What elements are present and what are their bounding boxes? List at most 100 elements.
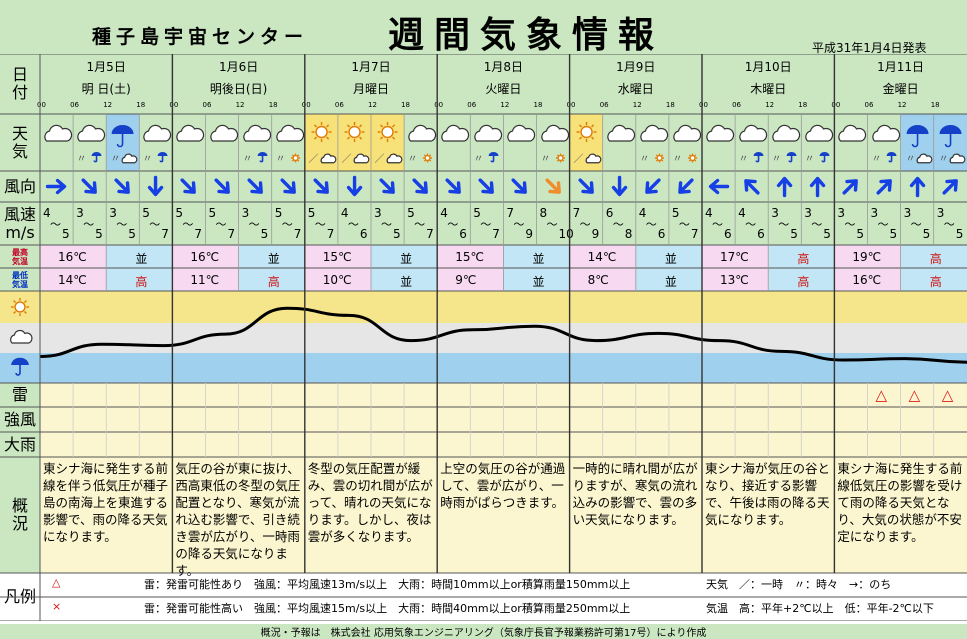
svg-text:〃: 〃 [111, 154, 121, 165]
wind-speed-max: 8 [624, 227, 633, 241]
wind-speed-max: 7 [426, 227, 434, 241]
weather-cloudy-icon [441, 124, 470, 142]
wind-speed-max: 7 [690, 227, 699, 241]
svg-text:〃: 〃 [871, 154, 881, 165]
cloud-icon [585, 153, 601, 164]
min-temp: 9℃ [455, 273, 477, 287]
legend-row-2: 雷：発雷可能性高い 強風：平均風速15m/s以上 大雨：時間40mm以上or積算… [144, 602, 631, 615]
day-summary: 東シナ海が気圧の谷となり、接近する影響で、午後は雨の降る天気になります。 [705, 461, 831, 527]
label-heavy-rain: 大雨 [0, 432, 40, 457]
svg-text:〃: 〃 [739, 154, 749, 165]
wind-arrow-icon [313, 178, 329, 194]
day-weekday: 水曜日 [617, 82, 654, 96]
day-weekday: 明 日(土) [81, 82, 131, 96]
wind-tilde: ～ [910, 218, 922, 231]
wind-speed-max: 5 [95, 227, 103, 241]
wind-tilde: ～ [414, 218, 426, 231]
issued-date: 平成31年1月4日発表 [812, 41, 927, 55]
svg-text:〃: 〃 [474, 154, 484, 165]
svg-text:〃: 〃 [905, 154, 915, 165]
page-title: 週間気象情報 [388, 15, 665, 56]
hour-tick: 06 [864, 101, 874, 109]
cloud-icon [673, 124, 702, 142]
wind-tilde: ～ [745, 218, 757, 231]
svg-text:／: ／ [308, 153, 318, 165]
legend-temp-note: 気温 高：平年+2℃以上 低：平年-2℃以下 [706, 602, 934, 615]
day-summary: 冬型の気圧配置が緩み、雲の切れ間が広がって、晴れの天気になります。しかし、夜は雲… [307, 461, 433, 544]
label-weather-text: 気 [11, 141, 28, 161]
hour-tick: 06 [732, 101, 742, 109]
min-temp: 8℃ [587, 273, 609, 287]
cloud-icon [441, 124, 470, 142]
min-temp: 10℃ [322, 273, 352, 287]
umbrella-icon [91, 151, 102, 163]
wind-tilde: ～ [513, 218, 525, 231]
weather-cloudy-icon [44, 124, 73, 142]
label-max_temp: 最高 気温 [0, 245, 40, 268]
wind-arrow-icon [379, 178, 395, 194]
hour-tick: 18 [268, 101, 278, 109]
label-min_temp-text: 最低 [12, 270, 28, 280]
svg-text:／: ／ [375, 153, 385, 165]
weather-rain-icon: 〃 [111, 125, 138, 165]
cloud-icon [320, 153, 337, 164]
hour-tick: 00 [699, 101, 708, 109]
label-legend-text: 凡例 [3, 587, 36, 606]
wind-arrow-icon [148, 175, 164, 197]
hour-tick: 18 [930, 101, 940, 109]
min-temp-level: 高 [797, 275, 810, 289]
weather-sun-cloud-icon: ／ [375, 122, 403, 165]
sun-icon [687, 153, 697, 163]
cloud-icon [276, 124, 304, 142]
sun-icon [555, 153, 565, 163]
day-weekday: 月曜日 [352, 82, 389, 96]
hour-tick: 12 [235, 101, 245, 109]
max-temp: 16℃ [190, 250, 220, 264]
cloud-icon [77, 124, 106, 142]
wind-tilde: ～ [347, 218, 359, 231]
weather-cloudy-icon [176, 124, 205, 142]
legend-symbol-possible: △ [52, 576, 61, 589]
wind-arrow-icon [744, 179, 760, 195]
weather-cloudy-rain-icon: 〃 [242, 124, 271, 165]
label-max_temp-text: 最高 [12, 247, 28, 257]
wind-arrow-icon [578, 178, 594, 194]
hour-tick: 06 [467, 101, 477, 109]
weather-trend-curve [40, 306, 967, 364]
sun-icon [377, 122, 398, 142]
day-summary: 気圧の谷が東に抜け、西高東低の冬型の気圧配置となり、寒気が流れ込む影響で、引き続… [175, 461, 301, 578]
max-temp: 17℃ [720, 250, 749, 264]
day-weekday: 金曜日 [882, 82, 919, 96]
hour-tick: 00 [566, 101, 576, 109]
wind-arrow-icon [247, 178, 263, 194]
hour-tick: 12 [765, 101, 775, 109]
label-date: 日付 [0, 54, 40, 114]
wind-speed-max: 7 [227, 227, 236, 241]
weather-cloudy-sun-icon: 〃 [275, 124, 304, 165]
weather-cloudy-rain-icon: 〃 [871, 124, 900, 165]
svg-text:〃: 〃 [408, 154, 418, 165]
day-date: 1月6日 [218, 60, 259, 74]
wind-speed-max: 5 [889, 227, 898, 241]
umbrella-icon [157, 151, 168, 163]
cloud-icon [607, 124, 635, 142]
sun-icon [344, 122, 365, 142]
day-summary: 東シナ海に発生する前線を伴う低気圧が種子島の南海上を東進する影響で、雨の降る天気… [43, 461, 169, 544]
label-wind-speed: 風速 m/s [0, 202, 40, 245]
cloud-icon [176, 124, 205, 142]
min-temp-level: 高 [929, 275, 942, 289]
wind-speed-max: 5 [823, 227, 831, 241]
svg-text:／: ／ [573, 153, 583, 165]
wind-tilde: ～ [678, 218, 690, 231]
day-date: 1月7日 [351, 60, 391, 74]
hour-tick: 18 [665, 101, 675, 109]
day-summary: 一時的に晴れ間が広がりますが、寒気の流れ込みの影響で、雲の多い天気になります。 [572, 461, 698, 527]
day-date: 1月5日 [86, 60, 126, 74]
wind-arrow-icon [544, 178, 561, 194]
sun-icon [654, 153, 664, 163]
label-legend: 凡例 [0, 573, 40, 621]
weather-cloudy-sun-icon: 〃 [540, 124, 569, 165]
hour-tick: 00 [301, 101, 311, 109]
wind-arrow-icon [180, 178, 197, 194]
wind-tilde: ～ [844, 218, 856, 231]
